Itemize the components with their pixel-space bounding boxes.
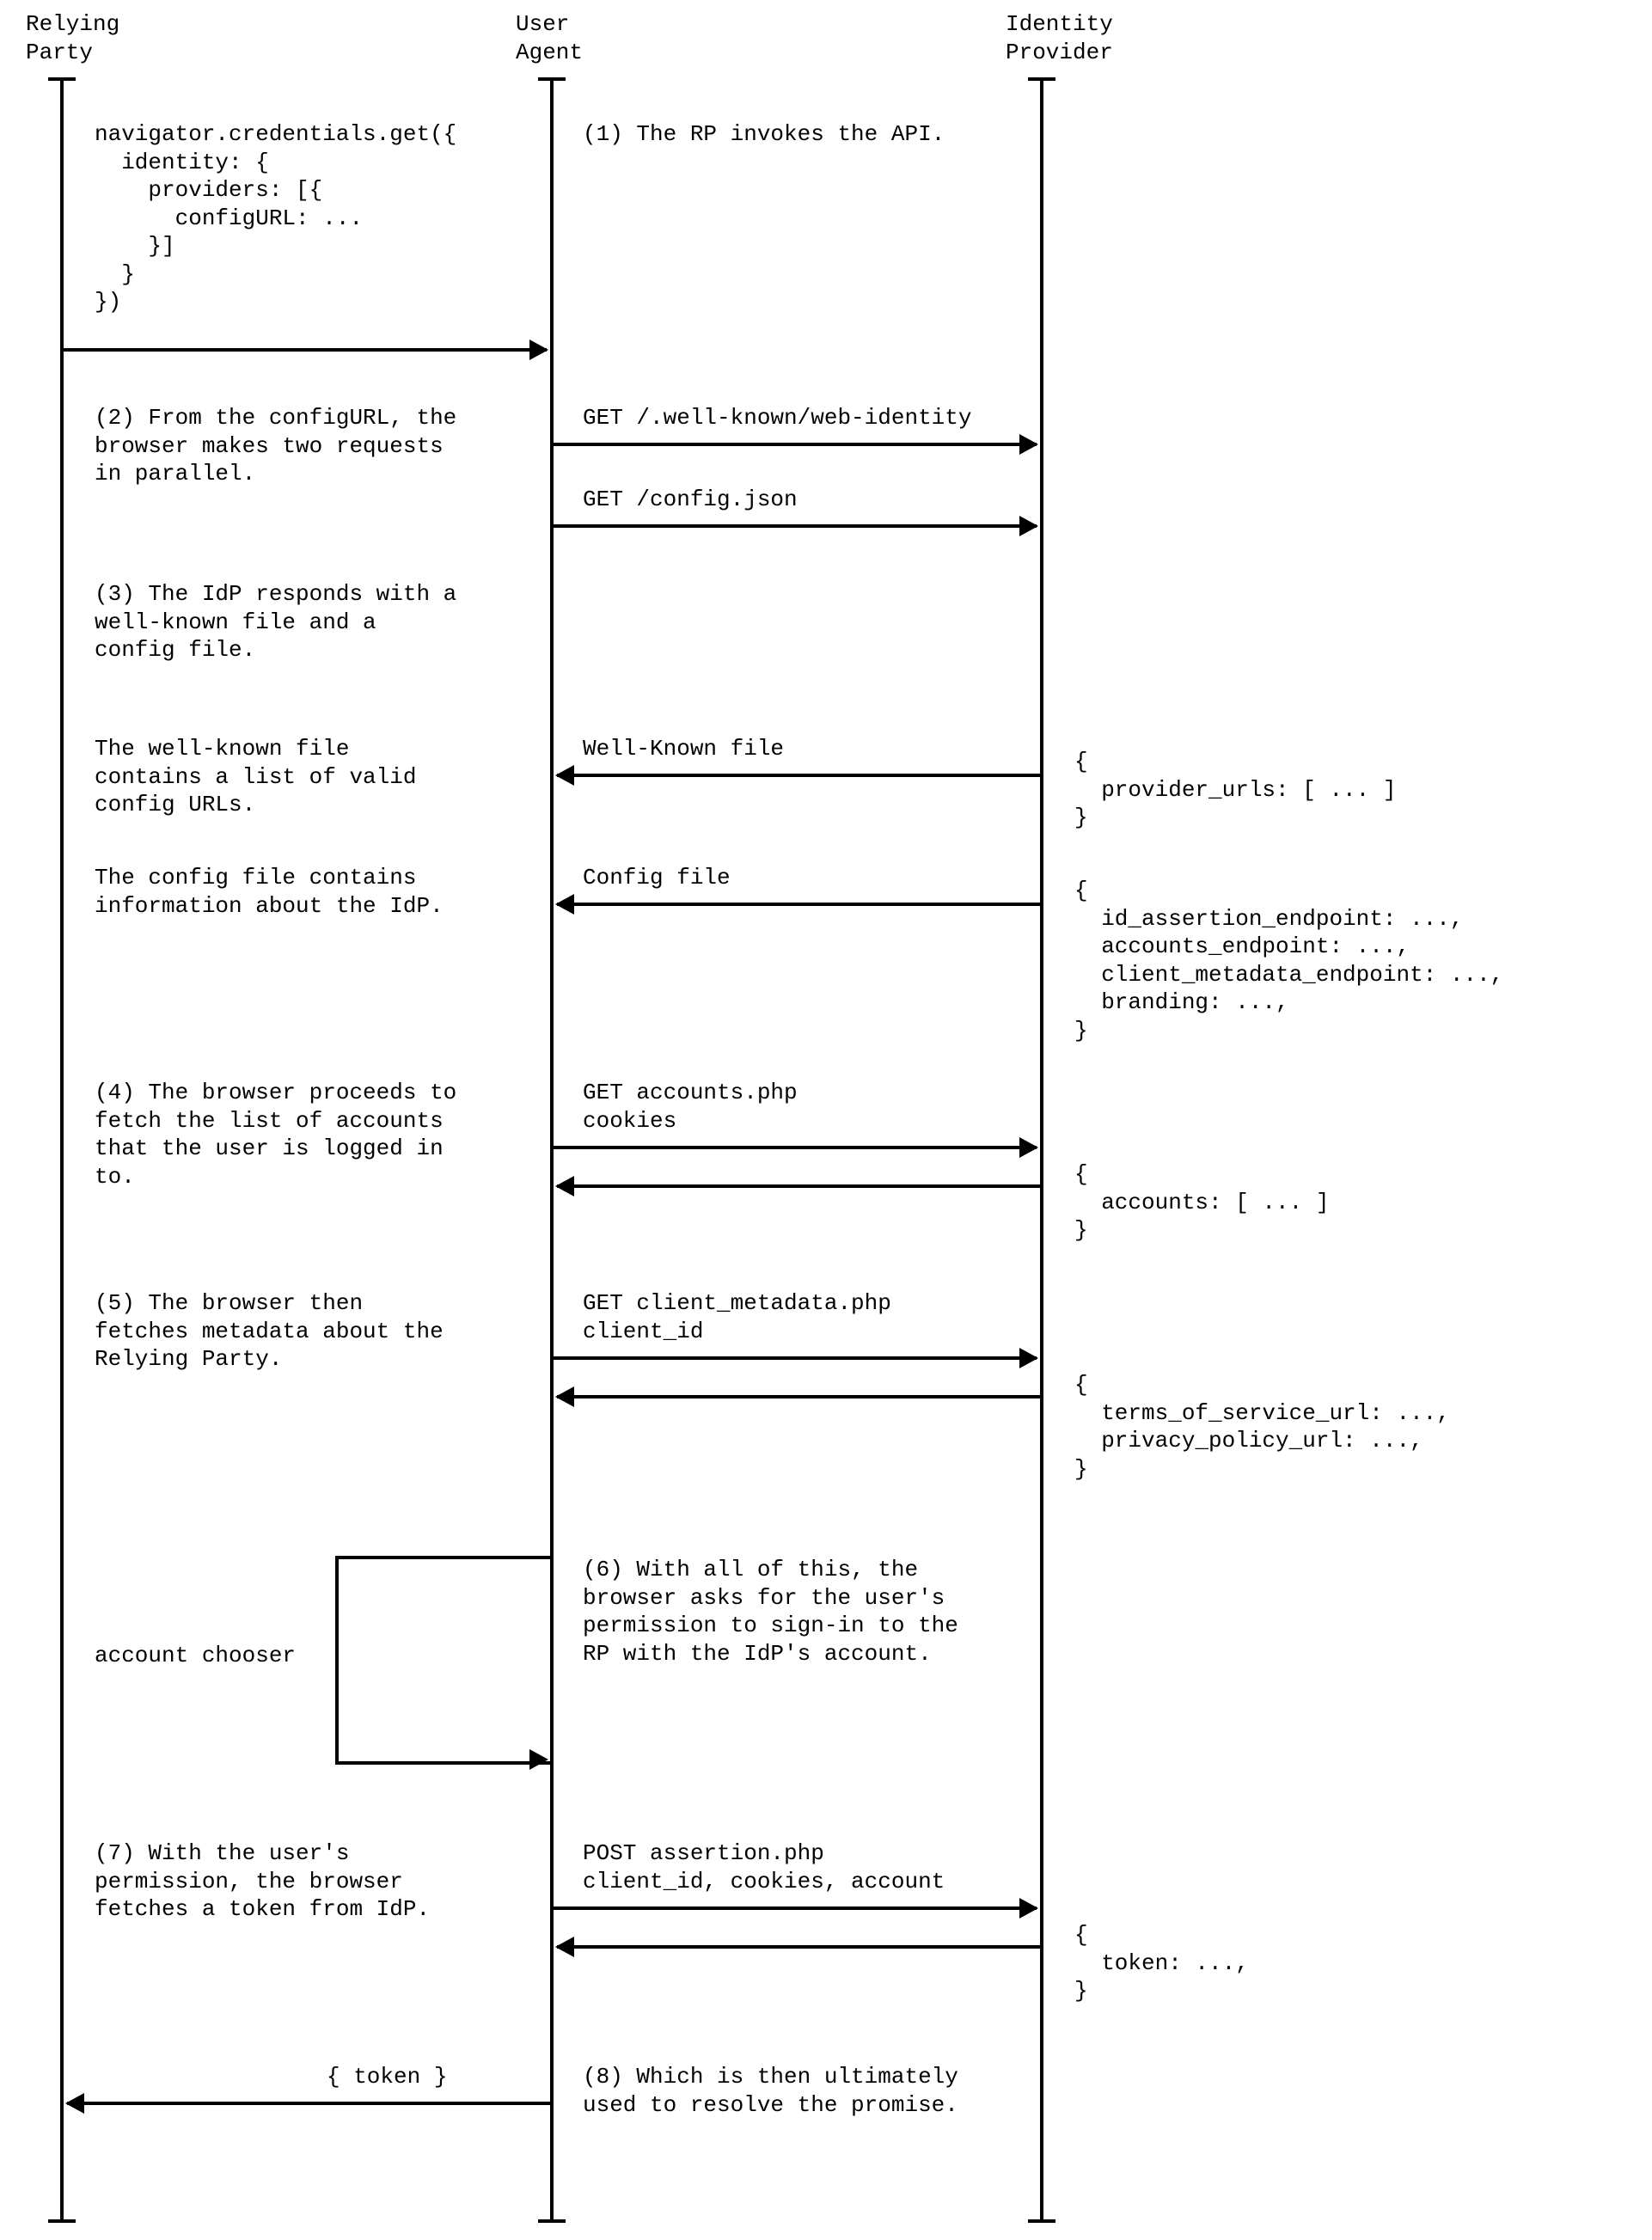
arrow-ua-idp-accounts bbox=[554, 1146, 1037, 1149]
msg-get-wellknown: GET /.well-known/web-identity bbox=[583, 404, 971, 432]
resp-config: { id_assertion_endpoint: ..., accounts_e… bbox=[1074, 877, 1503, 1044]
arrow-idp-ua-accounts bbox=[557, 1184, 1040, 1188]
self-account-chooser-arrowhead bbox=[516, 1758, 547, 1761]
arrow-idp-ua-config bbox=[557, 903, 1040, 906]
self-account-chooser-label: account chooser bbox=[95, 1642, 296, 1670]
step3a-note: The well-known file contains a list of v… bbox=[95, 735, 499, 819]
rp-api-call-code: navigator.credentials.get({ identity: { … bbox=[95, 120, 456, 316]
sequence-diagram: Relying Party User Agent Identity Provid… bbox=[0, 0, 1652, 2240]
step3-note: (3) The IdP responds with a well-known f… bbox=[95, 580, 499, 664]
msg-wellknown-file: Well-Known file bbox=[583, 735, 784, 763]
msg-config-file: Config file bbox=[583, 864, 731, 892]
self-account-chooser-box bbox=[335, 1556, 554, 1765]
arrow-ua-idp-config bbox=[554, 524, 1037, 528]
lifeline-ua bbox=[550, 77, 554, 2223]
step1-note: (1) The RP invokes the API. bbox=[583, 120, 945, 149]
lifeline-idp bbox=[1040, 77, 1043, 2223]
actor-rp: Relying Party bbox=[26, 10, 119, 66]
actor-ua: User Agent bbox=[516, 10, 583, 66]
step6-note: (6) With all of this, the browser asks f… bbox=[583, 1556, 1013, 1668]
step2-note: (2) From the configURL, the browser make… bbox=[95, 404, 499, 488]
step5-note: (5) The browser then fetches metadata ab… bbox=[95, 1289, 499, 1374]
step4-note: (4) The browser proceeds to fetch the li… bbox=[95, 1079, 499, 1190]
arrow-ua-idp-assertion bbox=[554, 1906, 1037, 1910]
resp-accounts: { accounts: [ ... ] } bbox=[1074, 1160, 1329, 1245]
arrow-idp-ua-wellknown bbox=[557, 774, 1040, 777]
arrow-ua-idp-clientmeta bbox=[554, 1356, 1037, 1360]
step8-note: (8) Which is then ultimately used to res… bbox=[583, 2063, 1013, 2119]
resp-assertion: { token: ..., } bbox=[1074, 1921, 1249, 2005]
arrow-ua-rp-token bbox=[67, 2102, 550, 2105]
resp-client-metadata: { terms_of_service_url: ..., privacy_pol… bbox=[1074, 1371, 1450, 1483]
msg-post-assertion: POST assertion.php client_id, cookies, a… bbox=[583, 1839, 945, 1895]
arrow-ua-idp-wellknown bbox=[554, 443, 1037, 446]
msg-get-config: GET /config.json bbox=[583, 486, 798, 514]
arrow-idp-ua-clientmeta bbox=[557, 1395, 1040, 1398]
step7-note: (7) With the user's permission, the brow… bbox=[95, 1839, 499, 1924]
step3b-note: The config file contains information abo… bbox=[95, 864, 499, 920]
msg-get-client-metadata: GET client_metadata.php client_id bbox=[583, 1289, 891, 1345]
msg-get-accounts: GET accounts.php cookies bbox=[583, 1079, 798, 1135]
msg-token-return: { token } bbox=[327, 2063, 447, 2091]
arrow-rp-to-ua-init bbox=[64, 348, 547, 352]
lifeline-rp bbox=[60, 77, 64, 2223]
resp-wellknown: { provider_urls: [ ... ] } bbox=[1074, 748, 1396, 832]
arrow-idp-ua-assertion bbox=[557, 1945, 1040, 1949]
actor-idp: Identity Provider bbox=[1006, 10, 1113, 66]
